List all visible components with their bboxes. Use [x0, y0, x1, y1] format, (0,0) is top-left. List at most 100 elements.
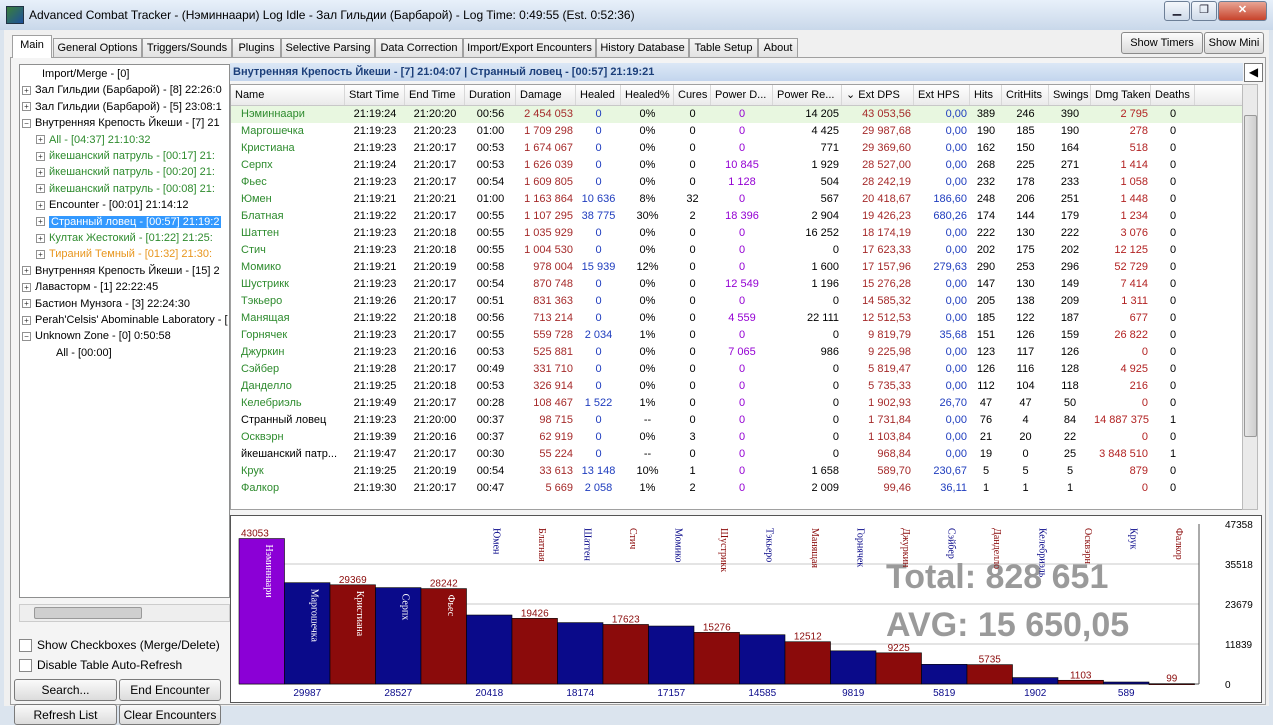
table-row[interactable]: йкешанский патр... 21:19:47 21:20:17 00:30 5… — [231, 446, 1243, 463]
tree-node[interactable]: − Unknown Zone - [0] 0:50:58 — [22, 329, 171, 344]
table-row[interactable]: Джуркин 21:19:23 21:20:16 00:53 525 881 0 0% 0 7… — [231, 344, 1243, 361]
column-header[interactable]: Duration — [465, 85, 516, 105]
minimize-button[interactable]: ▁ — [1164, 1, 1190, 21]
checkbox-icon[interactable] — [19, 659, 32, 673]
clear-encounters-button[interactable]: Clear Encounters — [119, 704, 221, 725]
tree-node[interactable]: + йкешанский патруль - [00:20] 21: — [36, 165, 215, 180]
column-header[interactable]: Hits — [970, 85, 1002, 105]
expand-icon[interactable]: + — [36, 249, 45, 259]
expand-icon[interactable]: + — [36, 135, 45, 145]
scroll-thumb[interactable] — [1244, 115, 1257, 437]
tree-node[interactable]: + йкешанский патруль - [00:08] 21: — [36, 182, 215, 197]
combatant-table[interactable]: Name Start Time End Time Duration Damage Heal… — [230, 84, 1244, 510]
table-row[interactable]: Нэминнаари 21:19:24 21:20:20 00:56 2 454 053… — [231, 106, 1243, 123]
table-row[interactable]: Сэйбер 21:19:28 21:20:17 00:49 331 710 0 0% 0 0 0… — [231, 361, 1243, 378]
tree-node[interactable]: + Perah'Celsis' Abominable Laboratory - [ — [22, 313, 228, 328]
tab-import-export[interactable]: Import/Export Encounters — [463, 38, 596, 57]
expand-icon[interactable]: + — [36, 184, 45, 194]
table-row[interactable]: Стич 21:19:23 21:20:18 00:55 1 004 530 0 0% 0 0 0… — [231, 242, 1243, 259]
show-mini-button[interactable]: Show Mini — [1204, 32, 1264, 54]
column-header[interactable]: Swings — [1049, 85, 1091, 105]
close-button[interactable]: ✕ — [1218, 1, 1267, 21]
table-row[interactable]: Юмен 21:19:21 21:20:21 01:00 1 163 864 10 636… — [231, 191, 1243, 208]
expand-icon[interactable]: + — [22, 299, 31, 309]
tree-node[interactable]: + Внутренняя Крепость Йкеши - [15] 2 — [22, 264, 220, 279]
tab-table-setup[interactable]: Table Setup — [689, 38, 758, 57]
column-header[interactable]: Name — [231, 85, 345, 105]
expand-icon[interactable]: + — [22, 282, 31, 292]
expand-icon[interactable]: + — [36, 167, 45, 177]
tree-node[interactable]: + Тираний Темный - [01:32] 21:30: — [36, 247, 212, 262]
scroll-thumb[interactable] — [34, 607, 142, 619]
show-checkboxes-option[interactable]: Show Checkboxes (Merge/Delete) — [19, 638, 220, 653]
table-row[interactable]: Маргошечка 21:19:23 21:20:23 01:00 1 709 298… — [231, 123, 1243, 140]
table-row[interactable]: Странный ловец 21:19:23 21:20:00 00:37 98 71… — [231, 412, 1243, 429]
tree-node[interactable]: All - [00:00] — [36, 346, 112, 361]
table-row[interactable]: Манящая 21:19:22 21:20:18 00:56 713 214 0 0% 0 4… — [231, 310, 1243, 327]
column-header[interactable]: Start Time — [345, 85, 405, 105]
column-header[interactable]: Healed% — [621, 85, 674, 105]
column-header[interactable]: Power D... — [711, 85, 773, 105]
tab-selective-parsing[interactable]: Selective Parsing — [281, 38, 375, 57]
expand-icon[interactable]: + — [22, 102, 31, 112]
column-header[interactable]: Deaths — [1151, 85, 1195, 105]
tab-about[interactable]: About — [758, 38, 798, 57]
column-header[interactable]: Ext HPS — [914, 85, 970, 105]
table-row[interactable]: Блатная 21:19:22 21:20:17 00:55 1 107 295 38 … — [231, 208, 1243, 225]
table-row[interactable]: Шаттен 21:19:23 21:20:18 00:55 1 035 929 0 0% 0… — [231, 225, 1243, 242]
table-row[interactable]: Серпх 21:19:24 21:20:17 00:53 1 626 039 0 0% 0 1… — [231, 157, 1243, 174]
collapse-icon[interactable]: − — [22, 118, 31, 128]
tree-node[interactable]: Import/Merge - [0] — [22, 67, 129, 82]
maximize-button[interactable]: ❐ — [1191, 1, 1217, 21]
column-header[interactable]: Cures — [674, 85, 711, 105]
table-row[interactable]: Осквэрн 21:19:39 21:20:16 00:37 62 919 0 0% 3 0 0… — [231, 429, 1243, 446]
refresh-list-button[interactable]: Refresh List — [14, 704, 117, 725]
table-row[interactable]: Крук 21:19:25 21:20:19 00:54 33 613 13 148 10%… — [231, 463, 1243, 480]
table-row[interactable]: Момико 21:19:21 21:20:19 00:58 978 004 15 939… — [231, 259, 1243, 276]
tab-triggers-sounds[interactable]: Triggers/Sounds — [142, 38, 232, 57]
column-header[interactable]: ⌄ Ext DPS — [842, 85, 914, 105]
table-row[interactable]: Шустрикк 21:19:23 21:20:17 00:54 870 748 0 0% 0… — [231, 276, 1243, 293]
table-row[interactable]: Фьес 21:19:23 21:20:17 00:54 1 609 805 0 0% 0 1 … — [231, 174, 1243, 191]
column-header[interactable]: Damage — [516, 85, 576, 105]
column-header[interactable]: Power Re... — [773, 85, 842, 105]
expand-icon[interactable]: + — [36, 151, 45, 161]
expand-icon[interactable]: + — [22, 85, 31, 95]
column-header[interactable]: Dmg Taken — [1091, 85, 1151, 105]
tree-node[interactable]: + Лавасторм - [1] 22:22:45 — [22, 280, 158, 295]
tree-node[interactable]: + Зал Гильдии (Барбарой) - [5] 23:08:1 — [22, 100, 222, 115]
column-header[interactable]: End Time — [405, 85, 465, 105]
expand-icon[interactable]: + — [36, 233, 45, 243]
table-row[interactable]: Фалкор 21:19:30 21:20:17 00:47 5 669 2 058 1% 2… — [231, 480, 1243, 497]
tree-node[interactable]: + Бастион Мунзога - [3] 22:24:30 — [22, 297, 190, 312]
column-header[interactable]: CritHits — [1002, 85, 1049, 105]
expand-icon[interactable]: + — [22, 266, 31, 276]
table-row[interactable]: Данделло 21:19:25 21:20:18 00:53 326 914 0 0% 0… — [231, 378, 1243, 395]
table-row[interactable]: Кристиана 21:19:23 21:20:17 00:53 1 674 067 0… — [231, 140, 1243, 157]
column-header[interactable]: Healed — [576, 85, 621, 105]
tree-horizontal-scrollbar[interactable] — [19, 604, 230, 622]
collapse-icon[interactable]: − — [22, 331, 31, 341]
expand-icon[interactable]: + — [36, 200, 45, 210]
table-vertical-scrollbar[interactable] — [1242, 84, 1258, 510]
tree-node[interactable]: + Encounter - [00:01] 21:14:12 — [36, 198, 188, 213]
expand-icon[interactable]: + — [22, 315, 31, 325]
tree-node[interactable]: + йкешанский патруль - [00:17] 21: — [36, 149, 215, 164]
show-timers-button[interactable]: Show Timers — [1121, 32, 1203, 54]
tab-history-database[interactable]: History Database — [596, 38, 689, 57]
tab-data-correction[interactable]: Data Correction — [375, 38, 463, 57]
tree-node[interactable]: − Внутренняя Крепость Йкеши - [7] 21 — [22, 116, 220, 131]
end-encounter-button[interactable]: End Encounter — [119, 679, 221, 701]
expand-icon[interactable]: + — [36, 217, 45, 227]
tree-node[interactable]: + Странный ловец - [00:57] 21:19:2 — [36, 215, 222, 230]
tree-node[interactable]: + Култак Жестокий - [01:22] 21:25: — [36, 231, 213, 246]
search-button[interactable]: Search... — [14, 679, 117, 701]
tab-plugins[interactable]: Plugins — [232, 38, 281, 57]
table-row[interactable]: Тэкьеро 21:19:26 21:20:17 00:51 831 363 0 0% 0 0… — [231, 293, 1243, 310]
tab-main[interactable]: Main — [12, 35, 52, 58]
table-row[interactable]: Келебриэль 21:19:49 21:20:17 00:28 108 467 1 … — [231, 395, 1243, 412]
back-arrow-icon[interactable]: ◀ — [1244, 63, 1263, 82]
checkbox-icon[interactable] — [19, 639, 32, 653]
tree-node[interactable]: + All - [04:37] 21:10:32 — [36, 133, 151, 148]
table-row[interactable]: Горнячек 21:19:23 21:20:17 00:55 559 728 2 03… — [231, 327, 1243, 344]
